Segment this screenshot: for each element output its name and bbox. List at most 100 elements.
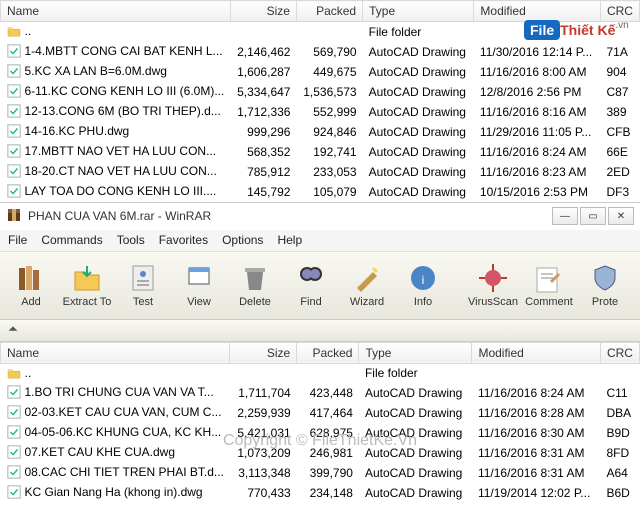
file-name: 6-11.KC CONG KENH LO III (6.0M)... <box>25 84 225 98</box>
file-name: 1-4.MBTT CONG CAI BAT KENH L... <box>25 44 223 58</box>
file-packed: 628,975 <box>297 423 359 443</box>
file-row[interactable]: 08.CAC CHI TIET TREN PHAI BT.d...3,113,3… <box>1 463 640 483</box>
file-name: LAY TOA DO CONG KENH LO III.... <box>25 184 217 198</box>
col-type[interactable]: Type <box>359 342 472 363</box>
file-type: AutoCAD Drawing <box>363 162 474 182</box>
virusscan-button[interactable]: VirusScan <box>466 255 520 315</box>
comment-button[interactable]: Comment <box>522 255 576 315</box>
test-icon <box>127 262 159 294</box>
menu-options[interactable]: Options <box>222 233 263 247</box>
file-row[interactable]: 17.MBTT NAO VET HA LUU CON...568,352192,… <box>1 142 640 162</box>
file-name: 04-05-06.KC KHUNG CUA, KC KH... <box>25 425 222 439</box>
comment-icon <box>533 262 565 294</box>
parent-type: File folder <box>363 22 474 42</box>
protect-button[interactable]: Prote <box>578 255 632 315</box>
file-name: 08.CAC CHI TIET TREN PHAI BT.d... <box>25 465 224 479</box>
virus-icon <box>477 262 509 294</box>
col-size[interactable]: Size <box>230 1 296 22</box>
file-row[interactable]: 04-05-06.KC KHUNG CUA, KC KH...5,421,031… <box>1 423 640 443</box>
col-crc[interactable]: CRC <box>600 1 639 22</box>
close-button[interactable]: ✕ <box>608 207 634 225</box>
file-size: 2,259,939 <box>230 403 297 423</box>
window-titlebar: PHAN CUA VAN 6M.rar - WinRAR — ▭ ✕ <box>0 202 640 230</box>
file-modified: 11/16/2016 8:16 AM <box>474 102 601 122</box>
file-type: AutoCAD Drawing <box>359 403 472 423</box>
file-modified: 11/16/2016 8:24 AM <box>474 142 601 162</box>
file-modified: 11/16/2016 8:24 AM <box>472 383 601 403</box>
file-size: 785,912 <box>230 162 296 182</box>
file-type: AutoCAD Drawing <box>359 423 472 443</box>
file-crc: 2ED <box>600 162 639 182</box>
books-icon <box>15 262 47 294</box>
file-crc: C11 <box>600 383 639 403</box>
file-modified: 12/8/2016 2:56 PM <box>474 82 601 102</box>
virus-label: VirusScan <box>468 296 518 308</box>
find-icon <box>295 262 327 294</box>
file-type: AutoCAD Drawing <box>363 142 474 162</box>
file-row[interactable]: 07.KET CAU KHE CUA.dwg1,073,209246,981Au… <box>1 443 640 463</box>
file-row[interactable]: LAY TOA DO CONG KENH LO III....145,79210… <box>1 182 640 202</box>
add-button[interactable]: Add <box>4 255 58 315</box>
extract-button[interactable]: Extract To <box>60 255 114 315</box>
file-row[interactable]: 6-11.KC CONG KENH LO III (6.0M)...5,334,… <box>1 82 640 102</box>
up-button[interactable] <box>6 322 20 339</box>
file-row[interactable]: 18-20.CT NAO VET HA LUU CON...785,912233… <box>1 162 640 182</box>
file-size: 2,146,462 <box>230 42 296 62</box>
col-crc[interactable]: CRC <box>600 342 639 363</box>
dwg-icon <box>7 385 21 399</box>
file-name: 07.KET CAU KHE CUA.dwg <box>25 445 176 459</box>
file-name: 1.BO TRI CHUNG CUA VAN VA T... <box>25 385 214 399</box>
maximize-button[interactable]: ▭ <box>580 207 606 225</box>
file-crc: 904 <box>600 62 639 82</box>
file-name: 18-20.CT NAO VET HA LUU CON... <box>25 164 217 178</box>
file-row[interactable]: 1.BO TRI CHUNG CUA VAN VA T...1,711,7044… <box>1 383 640 403</box>
delete-button[interactable]: Delete <box>228 255 282 315</box>
col-modified[interactable]: Modified <box>474 1 601 22</box>
file-row[interactable]: 12-13.CONG 6M (BO TRI THEP).d...1,712,33… <box>1 102 640 122</box>
minimize-button[interactable]: — <box>552 207 578 225</box>
col-packed[interactable]: Packed <box>296 1 362 22</box>
file-row[interactable]: KC Gian Nang Ha (khong in).dwg770,433234… <box>1 483 640 503</box>
logo-tk: Thiết Kế <box>560 22 615 38</box>
menu-commands[interactable]: Commands <box>41 233 102 247</box>
menubar: File Commands Tools Favorites Options He… <box>0 230 640 252</box>
wizard-button[interactable]: Wizard <box>340 255 394 315</box>
bottom-file-list: Name Size Packed Type Modified CRC .. Fi… <box>0 342 640 504</box>
dwg-icon <box>7 144 21 158</box>
menu-file[interactable]: File <box>8 233 27 247</box>
col-name[interactable]: Name <box>1 342 230 363</box>
col-name[interactable]: Name <box>1 1 231 22</box>
col-type[interactable]: Type <box>363 1 474 22</box>
dwg-icon <box>7 64 21 78</box>
col-packed[interactable]: Packed <box>297 342 359 363</box>
file-crc: DBA <box>600 403 639 423</box>
file-size: 1,073,209 <box>230 443 297 463</box>
dwg-icon <box>7 44 21 58</box>
file-size: 999,296 <box>230 122 296 142</box>
file-name: 02-03.KET CAU CUA VAN, CUM C... <box>25 405 222 419</box>
view-button[interactable]: View <box>172 255 226 315</box>
col-modified[interactable]: Modified <box>472 342 601 363</box>
file-row[interactable]: 5.KC XA LAN B=6.0M.dwg1,606,287449,675Au… <box>1 62 640 82</box>
parent-dots: .. <box>25 366 32 380</box>
find-button[interactable]: Find <box>284 255 338 315</box>
file-packed: 246,981 <box>297 443 359 463</box>
file-modified: 11/16/2016 8:28 AM <box>472 403 601 423</box>
menu-favorites[interactable]: Favorites <box>159 233 208 247</box>
dwg-icon <box>7 485 21 499</box>
window-title-text: PHAN CUA VAN 6M.rar - WinRAR <box>28 209 211 223</box>
file-row[interactable]: 14-16.KC PHU.dwg999,296924,846AutoCAD Dr… <box>1 122 640 142</box>
folder-up-icon <box>7 25 21 37</box>
menu-help[interactable]: Help <box>277 233 302 247</box>
test-button[interactable]: Test <box>116 255 170 315</box>
file-row[interactable]: 02-03.KET CAU CUA VAN, CUM C... 2,259,939… <box>1 403 640 423</box>
file-modified: 10/15/2016 2:53 PM <box>474 182 601 202</box>
file-type: AutoCAD Drawing <box>363 62 474 82</box>
file-size: 568,352 <box>230 142 296 162</box>
info-icon: i <box>407 262 439 294</box>
parent-folder-row[interactable]: .. File folder <box>1 363 640 383</box>
col-size[interactable]: Size <box>230 342 297 363</box>
folder-up-icon <box>7 367 21 379</box>
info-button[interactable]: iInfo <box>396 255 450 315</box>
menu-tools[interactable]: Tools <box>117 233 145 247</box>
